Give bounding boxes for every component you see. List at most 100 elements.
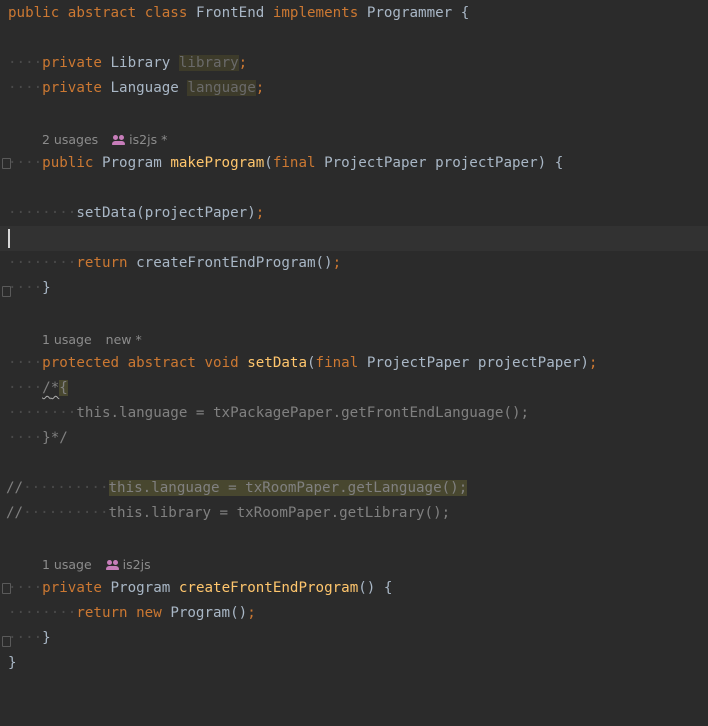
parens: () [230,605,248,621]
code-line-comment-start[interactable]: ····/*{ [0,376,708,401]
open-brace: { [383,580,393,596]
indent-guide: ···· [8,55,43,71]
constructor-call: Program [170,605,231,621]
code-line-commented-language[interactable]: //··········this.language = txRoomPaper.… [0,476,708,501]
author-name[interactable]: is2js [123,557,151,572]
close-paren: ) [580,355,589,371]
indent-guide: ·········· [23,505,109,521]
code-line-language-field[interactable]: ····private Language language; [0,76,708,101]
current-line[interactable] [0,226,708,251]
indent-guide: ···· [8,355,43,371]
code-line-close-brace[interactable]: ····} [0,276,708,301]
open-paren: ( [136,205,145,221]
code-line-create-front-end-program[interactable]: ····private Program createFrontEndProgra… [0,576,708,601]
code-vision-hint[interactable]: 1 usage new * [42,327,142,352]
code-line-class-close[interactable]: } [0,651,708,676]
keyword-void: void [204,355,239,371]
close-brace: } [42,280,51,296]
semicolon: ; [255,80,265,96]
usages-count[interactable]: 1 usage [42,332,92,347]
semicolon: ; [247,605,256,621]
class-name: FrontEnd [195,5,265,21]
code-editor[interactable]: public abstract class FrontEnd implement… [0,0,708,705]
text-caret [8,229,10,248]
indent-guide: ···· [8,80,43,96]
comment-text: }*/ [42,430,68,446]
open-paren: ( [307,355,316,371]
method-name: makeProgram [170,155,265,171]
unused-field-language: language [187,80,256,96]
close-brace: } [42,630,51,646]
semicolon: ; [238,55,248,71]
param-type: ProjectPaper [324,155,427,171]
keyword-private: private [42,580,102,596]
indent-guide: ········ [8,405,77,421]
code-line-comment-body[interactable]: ········this.language = txPackagePaper.g… [0,401,708,426]
method-call: setData [76,205,137,221]
code-line-make-program[interactable]: ····public Program makeProgram(final Pro… [0,151,708,176]
code-line-set-data-declaration[interactable]: ····protected abstract void setData(fina… [0,351,708,376]
return-type: Program [101,155,162,171]
code-line-comment-end[interactable]: ····}*/ [0,426,708,451]
author-name[interactable]: is2js * [129,132,167,147]
indent-guide: ········ [8,205,77,221]
method-name: setData [247,355,307,371]
parens: () [358,580,376,596]
code-line-method-close[interactable]: ····} [0,626,708,651]
keyword-private: private [42,80,102,96]
comment-slash: / [42,380,51,396]
unused-field-library: library [178,55,239,71]
comment-text: this.library = txRoomPaper.getLibrary(); [108,505,451,521]
type-name: Language [110,80,179,96]
code-line-set-data-call[interactable]: ········setData(projectPaper); [0,201,708,226]
usages-count[interactable]: 1 usage [42,557,92,572]
keyword-abstract: abstract [127,355,196,371]
code-line-return[interactable]: ········return createFrontEndProgram(); [0,251,708,276]
line-comment-prefix: // [6,480,24,496]
code-vision-hint[interactable]: 2 usages is2js * [42,127,167,152]
param-name: projectPaper [435,155,538,171]
matched-brace: { [59,380,68,396]
users-icon [112,135,126,145]
indent-guide: ···· [8,155,43,171]
close-brace: } [8,655,17,671]
code-line-commented-library[interactable]: //··········this.library = txRoomPaper.g… [0,501,708,526]
code-line-library-field[interactable]: ····private Library library; [0,51,708,76]
keyword-private: private [42,55,102,71]
users-icon [105,560,120,570]
type-name: Library [110,55,171,71]
code-line-class-declaration[interactable]: public abstract class FrontEnd implement… [0,1,708,26]
code-line-return-new[interactable]: ········return new Program(); [0,601,708,626]
method-call: createFrontEndProgram [136,255,316,271]
param-type: ProjectPaper [366,355,470,371]
semicolon: ; [255,205,265,221]
indent-guide: ········ [8,255,77,271]
line-comment-prefix: // [6,505,24,521]
keyword-new: new [136,605,162,621]
usages-count[interactable]: 2 usages [42,132,98,147]
indent-guide: ···· [8,430,43,446]
author-name[interactable]: new * [106,332,142,347]
indent-guide: ···· [8,380,43,396]
open-brace: { [554,155,564,171]
keyword-public: public [42,155,94,171]
keyword-abstract: abstract [67,5,137,21]
keyword-implements: implements [272,5,359,21]
code-vision-hint[interactable]: 1 usage is2js [42,552,151,577]
argument: projectPaper [144,205,248,221]
semicolon: ; [332,255,342,271]
interface-name: Programmer [366,5,453,21]
comment-star: * [50,380,60,396]
keyword-final: final [315,355,359,371]
indent-guide: ···· [8,280,43,296]
method-name: createFrontEndProgram [178,580,359,596]
indent-guide: ···· [8,630,43,646]
indent-guide: ········ [8,605,77,621]
keyword-class: class [144,5,188,21]
keyword-protected: protected [42,355,120,371]
return-type: Program [110,580,171,596]
keyword-return: return [76,255,128,271]
parens: () [315,255,333,271]
close-paren: ) [247,205,256,221]
indent-guide: ···· [8,580,43,596]
